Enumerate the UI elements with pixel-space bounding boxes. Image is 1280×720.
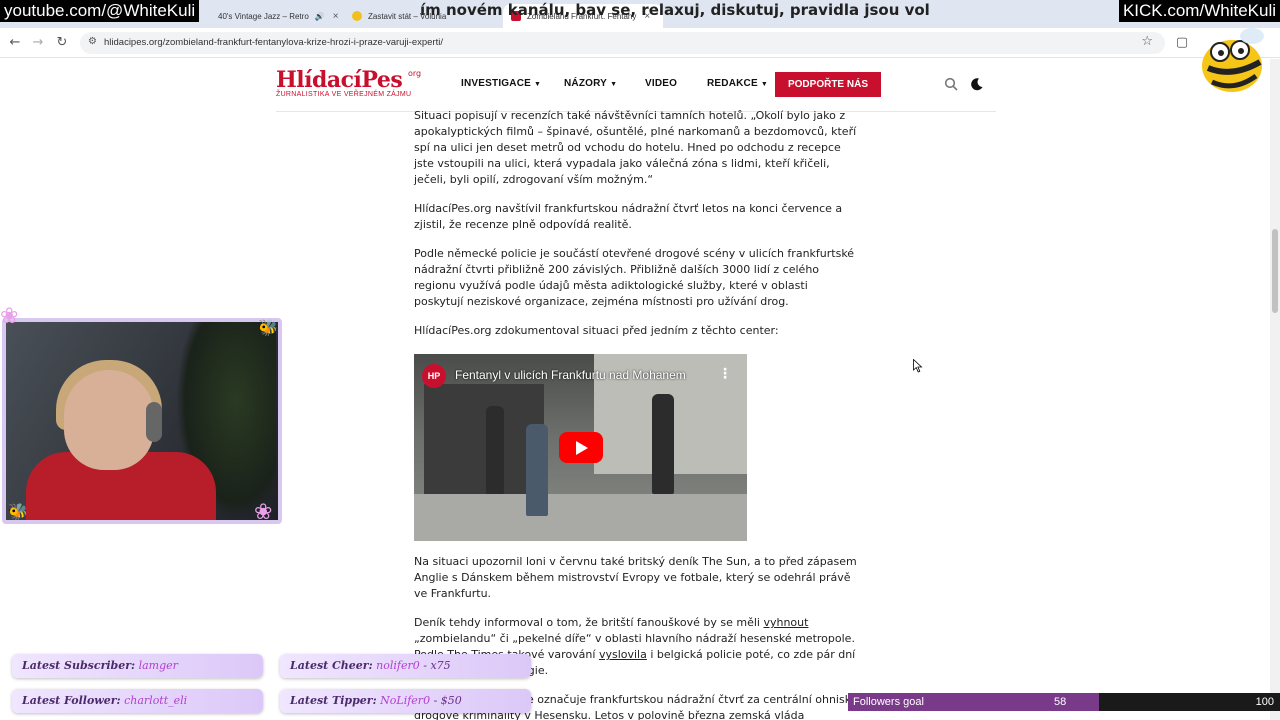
kick-handle-overlay: KICK.com/WhiteKuli [1118,0,1280,22]
close-icon[interactable]: × [333,11,339,22]
article-paragraph: HlídacíPes.org zdokumentoval situaci pře… [414,324,779,337]
video-title[interactable]: Fentanyl v ulicích Frankfurtu nad Mohane… [455,368,686,382]
caret-down-icon: ▼ [610,81,618,88]
tab-label: 40's Vintage Jazz – Retro [218,11,309,21]
caret-down-icon: ▼ [760,81,768,88]
text-run: Deník tehdy informoval o tom, že britští… [414,616,764,629]
nav-label: NÁZORY [564,78,608,89]
search-icon[interactable] [944,77,958,91]
webcam-streamer-face [64,370,154,470]
url-field[interactable]: ⚙ hlidacipes.org/zombieland-frankfurt-fe… [80,32,1165,54]
tab-vintage-jazz[interactable]: 40's Vintage Jazz – Retro 🔊 × [210,4,340,28]
extensions-icon[interactable]: ▢ [1173,34,1191,52]
alert-label: Latest Cheer: [290,659,373,672]
video-embed[interactable]: HP Fentanyl v ulicích Frankfurtu nad Moh… [414,354,747,541]
link-vyhnout[interactable]: vyhnout [763,616,808,629]
webcam-overlay [2,318,282,524]
speaker-icon: 🔊 [314,11,325,21]
dark-mode-moon-icon[interactable] [970,77,984,91]
back-arrow-icon[interactable]: ← [6,34,24,52]
channel-logo-icon: HP [422,364,446,388]
mouse-cursor-icon [913,359,923,373]
bee-mascot-icon [1202,28,1264,92]
followers-goal-bar: Followers goal 58 100 [848,693,1280,711]
latest-cheer-alert: Latest Cheer: nolifer0 - x75 [280,654,531,678]
webcam-headset [146,402,162,442]
page-scrollbar[interactable] [1270,59,1280,720]
alert-value: lamger [138,659,178,672]
logo-text: HlídacíPes [276,67,403,93]
nav-label: REDAKCE [707,78,758,89]
more-vert-icon[interactable]: ⋮ [718,366,732,382]
nav-video[interactable]: VIDEO [645,78,677,89]
latest-follower-alert: Latest Follower: charlott_eli [12,689,263,713]
flower-icon: ❀ [0,304,19,329]
alert-value: charlott_eli [124,694,188,707]
marquee-overlay: ím novém kanálu, bav se, relaxuj, diskut… [420,1,930,19]
nav-label: VIDEO [645,78,678,89]
alert-amount: - $50 [430,694,462,707]
play-icon[interactable] [559,432,603,463]
article-paragraph: Situaci popisují v recenzích také návště… [414,109,857,186]
alert-value: NoLifer0 [380,694,431,707]
link-vyslovila[interactable]: vyslovila [599,648,647,661]
article-paragraph: Na situaci upozornil loni v červnu také … [414,555,857,600]
screen: { "browser": { "tabs": [ {"label": "40's… [0,0,1280,720]
address-bar: ← → ↻ ⚙ hlidacipes.org/zombieland-frankf… [0,28,1280,58]
video-person [652,394,674,494]
nav-label: INVESTIGACE [461,78,531,89]
video-street [414,494,747,541]
caret-down-icon: ▼ [534,81,542,88]
article-body-top: Situaci popisují v recenzích také návště… [414,108,860,352]
heart-icon [352,11,362,21]
flower-icon: ❀ [254,500,273,525]
logo-tagline: ŽURNALISTIKA VE VEŘEJNÉM ZÁJMU [276,91,412,98]
alert-value: nolifer0 [376,659,420,672]
logo-org: org [408,69,422,78]
alert-label: Latest Subscriber: [22,659,136,672]
followers-goal-target: 100 [1255,696,1274,708]
nav-nazory[interactable]: NÁZORY ▼ [564,78,617,89]
followers-goal-label: Followers goal [853,696,924,708]
nav-redakce[interactable]: REDAKCE ▼ [707,78,768,89]
alert-label: Latest Follower: [22,694,121,707]
youtube-handle-overlay: youtube.com/@WhiteKuli [0,0,200,22]
video-person [486,406,504,494]
latest-subscriber-alert: Latest Subscriber: lamger [12,654,263,678]
bee-icon: 🐝 [258,318,278,337]
bee-icon: 🐝 [8,502,28,521]
latest-tipper-alert: Latest Tipper: NoLifer0 - $50 [280,689,531,713]
site-header: HlídacíPes org ŽURNALISTIKA VE VEŘEJNÉM … [0,59,1270,111]
support-button[interactable]: PODPOŘTE NÁS [775,72,881,97]
url-text: hlidacipes.org/zombieland-frankfurt-fent… [104,37,443,48]
article-paragraph: Podle německé policie je součástí otevře… [414,247,855,308]
site-info-icon[interactable]: ⚙ [88,36,97,47]
forward-arrow-icon[interactable]: → [29,34,47,52]
alert-amount: - x75 [419,659,451,672]
nav-investigace[interactable]: INVESTIGACE ▼ [461,78,541,89]
scrollbar-thumb[interactable] [1272,229,1278,313]
alert-label: Latest Tipper: [290,694,377,707]
article-paragraph: HlídacíPes.org navštívil frankfurtskou n… [414,202,843,231]
followers-goal-current: 58 [1054,696,1067,708]
reload-icon[interactable]: ↻ [53,34,71,52]
bookmark-star-icon[interactable]: ☆ [1141,34,1153,49]
video-person [526,424,548,516]
site-logo[interactable]: HlídacíPes org ŽURNALISTIKA VE VEŘEJNÉM … [276,67,421,98]
